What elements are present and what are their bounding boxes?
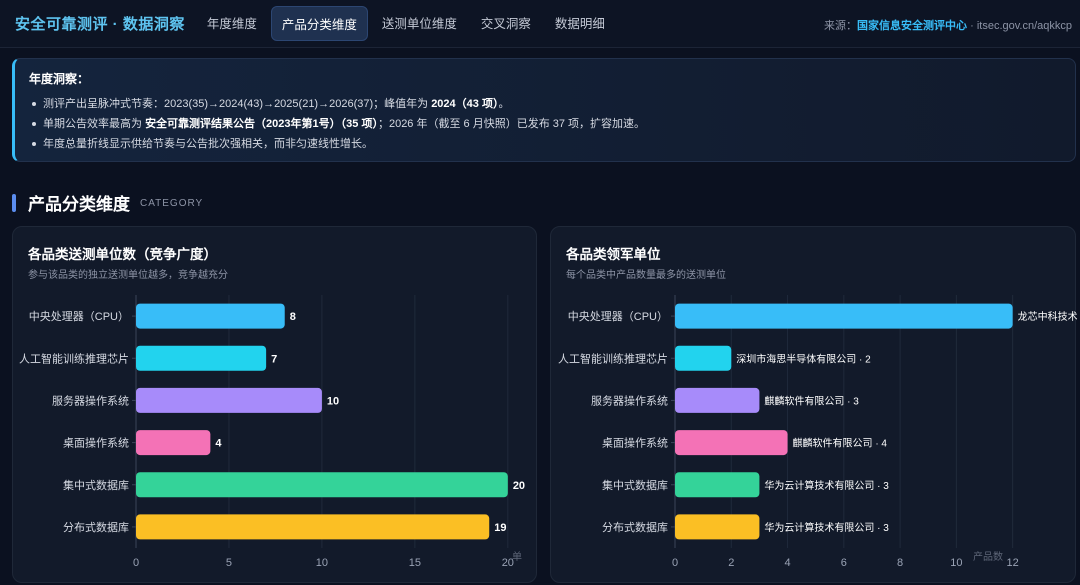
value-label: 龙芯中科技术股份有限公 — [1018, 310, 1077, 323]
tab-bar: 年度维度 产品分类维度 送测单位维度 交叉洞察 数据明细 — [197, 6, 615, 41]
competition-breadth-panel: 各品类送测单位数（竞争广度） 参与该品类的独立送测单位越多，竞争越充分 0 5 10… — [12, 226, 537, 583]
insight-box: 年度洞察： 测评产出呈脉冲式节奏：2023(35)→2024(43)→2025(… — [12, 58, 1076, 162]
x-axis-label: 单 — [512, 551, 522, 563]
tab-submitter[interactable]: 送测单位维度 — [372, 6, 467, 41]
source-url: · itsec.gov.cn/aqkkcp — [967, 20, 1072, 32]
value-label: 华为云计算技术有限公司 · 3 — [764, 521, 889, 534]
x-tick-label: 10 — [316, 557, 328, 569]
x-tick-label: 8 — [897, 557, 903, 569]
x-tick-label: 0 — [672, 557, 678, 569]
top-nav: 安全可靠测评 · 数据洞察 年度维度 产品分类维度 送测单位维度 交叉洞察 数据… — [0, 0, 1080, 48]
value-label: 8 — [290, 311, 296, 323]
insight-title: 年度洞察： — [29, 72, 90, 86]
bar — [136, 387, 322, 413]
insight-highlight: 2024（43 项） — [431, 98, 499, 110]
bar — [675, 430, 788, 456]
tab-data-detail[interactable]: 数据明细 — [545, 6, 615, 41]
x-tick-label: 12 — [1007, 557, 1019, 569]
category-label: 桌面操作系统 — [602, 436, 668, 450]
bar — [136, 472, 508, 498]
insight-item: 测评产出呈脉冲式节奏：2023(35)→2024(43)→2025(21)→20… — [29, 94, 1061, 114]
insight-highlight: 安全可靠测评结果公告（2023年第1号）（35 项） — [145, 118, 378, 130]
value-label: 19 — [494, 522, 506, 534]
category-label: 中央处理器（CPU） — [29, 310, 129, 323]
bar — [136, 303, 285, 329]
insight-item: 单期公告效率最高为 安全可靠测评结果公告（2023年第1号）（35 项）；202… — [29, 114, 1061, 134]
bar — [136, 514, 490, 540]
leader-bar-chart: 0 2 4 6 8 10 12 产品数 中央处理器（CPU） 龙芯中科技术股份有限公人工智能训练推… — [558, 295, 1077, 569]
category-label: 集中式数据库 — [602, 478, 668, 492]
category-label: 人工智能训练推理芯片 — [19, 351, 129, 365]
category-leader-panel: 各品类领军单位 每个品类中产品数量最多的送测单位 0 2 4 6 8 10 12 产品数 中央处… — [550, 226, 1077, 583]
insight-text: 单期公告效率最高为 — [43, 118, 146, 130]
value-label: 麒麟软件有限公司 · 3 — [764, 394, 859, 407]
value-label: 10 — [327, 395, 339, 407]
source-link[interactable]: 国家信息安全测评中心 — [857, 20, 967, 32]
tab-year[interactable]: 年度维度 — [197, 6, 267, 41]
category-label: 中央处理器（CPU） — [568, 310, 668, 323]
value-label: 4 — [215, 438, 222, 450]
category-label: 集中式数据库 — [63, 478, 129, 492]
insight-item: 年度总量折线显示供给节奏与公告批次强相关，而非匀速线性增长。 — [29, 134, 1061, 154]
x-axis-label: 产品数 — [973, 550, 1003, 563]
x-tick-label: 10 — [950, 557, 962, 569]
x-tick-label: 5 — [226, 557, 232, 569]
bar — [675, 303, 1013, 329]
section-subtitle: CATEGORY — [140, 198, 204, 209]
value-label: 华为云计算技术有限公司 · 3 — [764, 479, 889, 492]
value-label: 深圳市海思半导体有限公司 · 2 — [736, 352, 871, 365]
bar — [675, 345, 732, 371]
section-header: 产品分类维度 CATEGORY — [12, 190, 203, 215]
x-tick-label: 4 — [784, 557, 790, 569]
insight-list: 测评产出呈脉冲式节奏：2023(35)→2024(43)→2025(21)→20… — [29, 94, 1061, 154]
bar — [136, 430, 211, 456]
competition-bar-chart: 0 5 10 15 20 单 中央处理器（CPU） 8 人工智能训练推理芯片 7 服务器操作系统 10… — [19, 295, 525, 569]
bar — [136, 345, 267, 371]
category-label: 桌面操作系统 — [63, 436, 129, 450]
tab-cross-insight[interactable]: 交叉洞察 — [471, 6, 541, 41]
source-note: 来源：国家信息安全测评中心 · itsec.gov.cn/aqkkcp — [824, 17, 1072, 33]
x-tick-label: 0 — [133, 557, 139, 569]
x-tick-label: 6 — [841, 557, 847, 569]
insight-text: 。 — [498, 98, 510, 110]
x-tick-label: 15 — [409, 557, 421, 569]
value-label: 7 — [271, 353, 277, 365]
app-title: 安全可靠测评 · 数据洞察 — [15, 16, 185, 33]
section-title: 产品分类维度 — [28, 195, 130, 214]
value-label: 麒麟软件有限公司 · 4 — [793, 437, 888, 450]
category-label: 服务器操作系统 — [591, 393, 668, 407]
value-label: 20 — [513, 480, 525, 492]
x-tick-label: 2 — [728, 557, 734, 569]
insight-text: 测评产出呈脉冲式节奏：2023(35)→2024(43)→2025(21)→20… — [43, 98, 432, 110]
category-label: 人工智能训练推理芯片 — [558, 351, 668, 365]
insight-text: ；2026 年（截至 6 月快照）已发布 37 项，扩容加速。 — [377, 118, 646, 130]
section-accent-bar — [12, 193, 16, 212]
category-label: 服务器操作系统 — [52, 393, 129, 407]
source-prefix: 来源： — [824, 20, 858, 32]
bar — [675, 514, 760, 540]
tab-category[interactable]: 产品分类维度 — [270, 6, 368, 41]
category-label: 分布式数据库 — [63, 520, 129, 534]
bar — [675, 387, 760, 413]
category-label: 分布式数据库 — [602, 520, 668, 534]
bar — [675, 472, 760, 498]
